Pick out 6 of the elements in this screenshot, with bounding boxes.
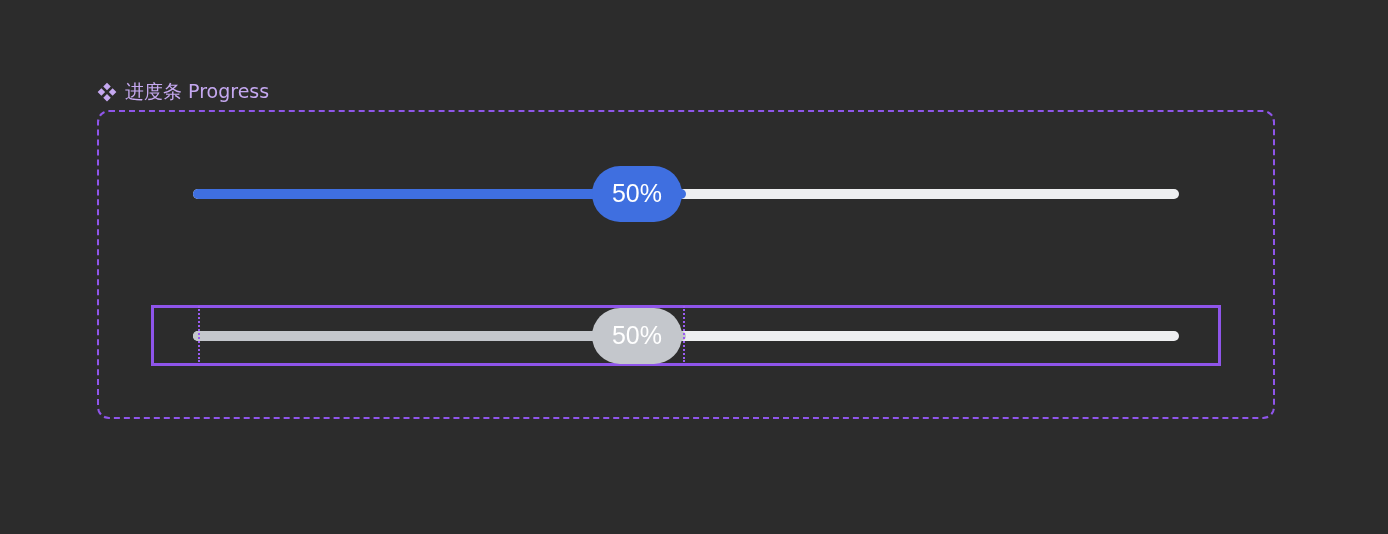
progress-value: 50% [592, 307, 682, 364]
guide-line [683, 305, 685, 362]
guide-line [198, 305, 200, 362]
progress-value: 50% [592, 165, 682, 222]
component-icon [97, 82, 117, 102]
frame-label: 进度条 Progress [125, 79, 270, 104]
